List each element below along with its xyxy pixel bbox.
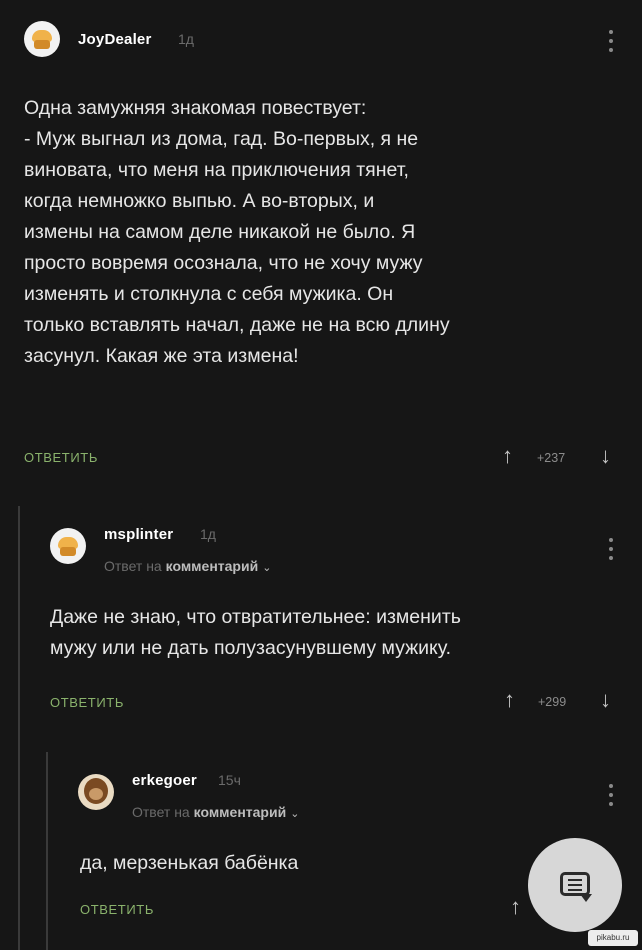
comment-line: - Муж выгнал из дома, гад. Во-первых, я … xyxy=(24,128,419,150)
arrow-down-icon[interactable]: ↓ xyxy=(600,687,611,713)
comment-time: 1д xyxy=(178,31,194,47)
comment-rating: +299 xyxy=(538,695,567,709)
username[interactable]: msplinter xyxy=(104,526,173,543)
arrow-up-icon[interactable]: ↑ xyxy=(504,687,515,713)
username[interactable]: JoyDealer xyxy=(78,31,152,48)
comment-text: Одна замужняя знакомая повествует: - Муж… xyxy=(24,93,624,372)
comment-icon-tail xyxy=(580,894,592,902)
reply-to-prefix: Ответ на xyxy=(104,558,162,574)
arrow-down-icon[interactable]: ↓ xyxy=(600,443,611,469)
comment-time: 1д xyxy=(200,526,216,542)
reply-to-link[interactable]: Ответ на комментарий ⌄ xyxy=(132,804,299,820)
comment-line: виновата, что меня на приключения тянет, xyxy=(24,159,409,181)
comment-time: 15ч xyxy=(218,772,241,788)
reply-button[interactable]: ОТВЕТИТЬ xyxy=(50,695,124,710)
kebab-menu-icon[interactable] xyxy=(608,784,614,806)
reply-to-comment-link[interactable]: комментарий xyxy=(166,558,259,574)
arrow-up-icon[interactable]: ↑ xyxy=(502,443,513,469)
kebab-menu-icon[interactable] xyxy=(608,538,614,560)
comment-line: измены на самом деле никакой не было. Я xyxy=(24,221,416,243)
comment-line: засунул. Какая же эта измена! xyxy=(24,345,299,367)
reply-button[interactable]: ОТВЕТИТЬ xyxy=(24,450,98,465)
comment-fab-button[interactable] xyxy=(528,838,622,932)
avatar[interactable] xyxy=(24,21,60,57)
reply-to-prefix: Ответ на xyxy=(132,804,190,820)
kebab-menu-icon[interactable] xyxy=(608,30,614,52)
comment-line: изменять и столкнула с себя мужика. Он xyxy=(24,283,394,305)
comment-text: Даже не знаю, что отвратительнее: измени… xyxy=(50,602,630,664)
username[interactable]: erkegoer xyxy=(132,772,197,789)
comment-icon xyxy=(560,872,590,896)
comment-line: когда немножко выпью. А во-вторых, и xyxy=(24,190,375,212)
arrow-up-icon[interactable]: ↑ xyxy=(510,894,521,920)
chevron-down-icon[interactable]: ⌄ xyxy=(262,562,271,574)
comment-line: просто вовремя осознала, что не хочу муж… xyxy=(24,252,423,274)
chevron-down-icon[interactable]: ⌄ xyxy=(290,808,299,820)
avatar[interactable] xyxy=(50,528,86,564)
reply-to-comment-link[interactable]: комментарий xyxy=(194,804,287,820)
comment-text: да, мерзенькая бабёнка xyxy=(80,848,520,879)
comment-rating: +237 xyxy=(537,451,566,465)
watermark: pikabu.ru xyxy=(588,930,638,946)
comment-msplinter: msplinter 1д Ответ на комментарий ⌄ Даже … xyxy=(0,490,642,740)
comment-line: мужу или не дать полузасунувшему мужику. xyxy=(50,637,451,659)
avatar[interactable] xyxy=(78,774,114,810)
comment-line: да, мерзенькая бабёнка xyxy=(80,852,299,874)
comment-line: Даже не знаю, что отвратительнее: измени… xyxy=(50,606,461,628)
comment-line: только вставлять начал, даже не на всю д… xyxy=(24,314,450,336)
reply-to-link[interactable]: Ответ на комментарий ⌄ xyxy=(104,558,271,574)
comment-joydealer: JoyDealer 1д Одна замужняя знакомая пове… xyxy=(0,0,642,480)
reply-button[interactable]: ОТВЕТИТЬ xyxy=(80,902,154,917)
comment-line: Одна замужняя знакомая повествует: xyxy=(24,97,367,119)
